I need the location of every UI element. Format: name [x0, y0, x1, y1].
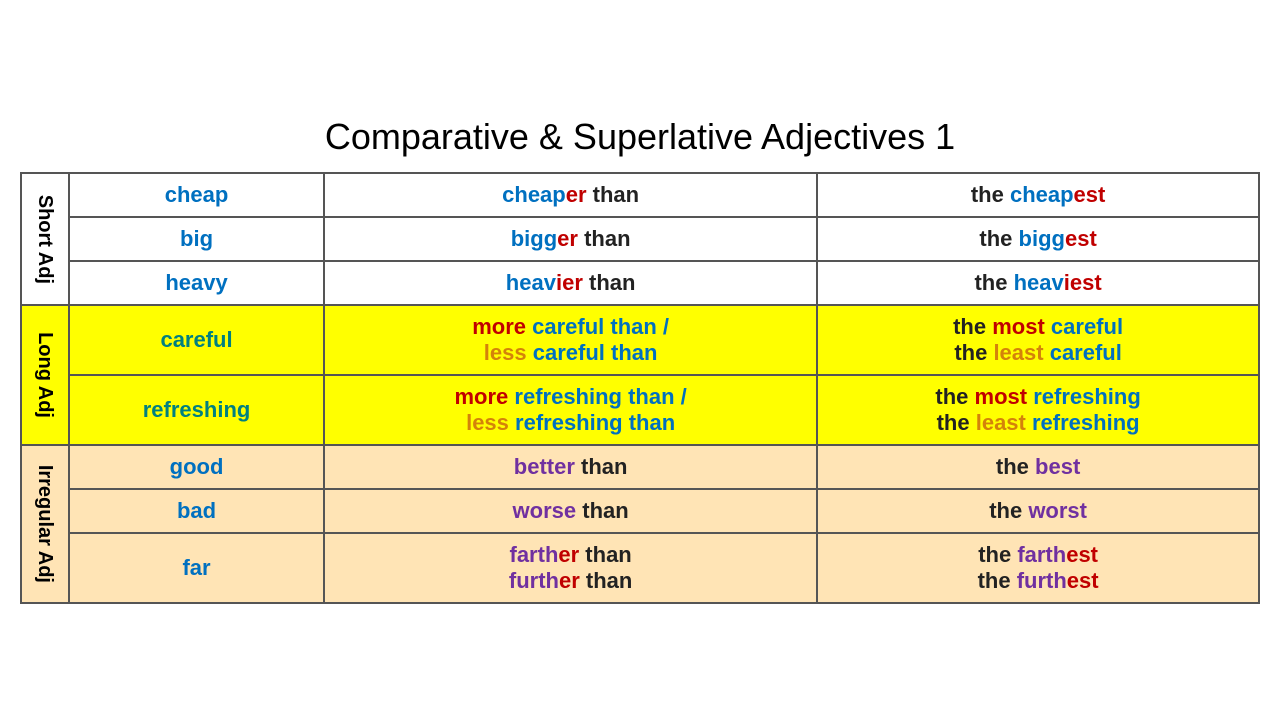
superlative-form-irreg: the best	[817, 445, 1259, 489]
section-label-long: Long Adj	[21, 305, 69, 445]
comparative-form: cheaper than	[324, 173, 817, 217]
base-adjective-long: refreshing	[69, 375, 324, 445]
superlative-form-irreg: the worst	[817, 489, 1259, 533]
page-title: Comparative & Superlative Adjectives 1	[20, 116, 1260, 158]
base-adjective: big	[69, 217, 324, 261]
comparative-form-long: more refreshing than /less refreshing th…	[324, 375, 817, 445]
comparative-form: heavier than	[324, 261, 817, 305]
comparative-form-long: more careful than /less careful than	[324, 305, 817, 375]
comparative-form: bigger than	[324, 217, 817, 261]
adjectives-table: Short Adjcheapcheaper thanthe cheapestbi…	[20, 172, 1260, 604]
base-adjective: cheap	[69, 173, 324, 217]
base-adjective-irreg: good	[69, 445, 324, 489]
comparative-form-irreg: worse than	[324, 489, 817, 533]
superlative-form-long: the most refreshingthe least refreshing	[817, 375, 1259, 445]
base-adjective: heavy	[69, 261, 324, 305]
base-adjective-long: careful	[69, 305, 324, 375]
superlative-form: the biggest	[817, 217, 1259, 261]
base-adjective-irreg: bad	[69, 489, 324, 533]
base-adjective-irreg: far	[69, 533, 324, 603]
main-container: Comparative & Superlative Adjectives 1 S…	[20, 116, 1260, 604]
superlative-form-long: the most carefulthe least careful	[817, 305, 1259, 375]
comparative-form-irreg: farther thanfurther than	[324, 533, 817, 603]
superlative-form-irreg: the farthestthe furthest	[817, 533, 1259, 603]
comparative-form-irreg: better than	[324, 445, 817, 489]
superlative-form: the cheapest	[817, 173, 1259, 217]
section-label-short: Short Adj	[21, 173, 69, 305]
superlative-form: the heaviest	[817, 261, 1259, 305]
section-label-irregular: Irregular Adj	[21, 445, 69, 603]
